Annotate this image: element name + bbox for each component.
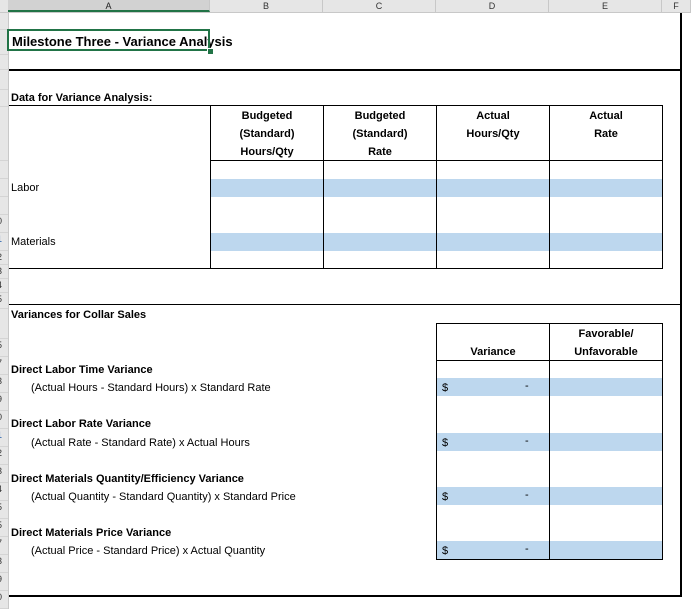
header-line: Hours/Qty (466, 128, 520, 140)
column-header-favorable: Favorable/ Unfavorable (550, 325, 662, 361)
variance-name: Direct Materials Quantity/Efficiency Var… (11, 473, 244, 485)
row-header[interactable]: 0 (0, 411, 8, 429)
header-line: Hours/Qty (240, 146, 294, 158)
section-divider-top (9, 69, 682, 71)
row-header[interactable]: 7 (0, 537, 8, 555)
row-header[interactable]: 1 (0, 233, 8, 251)
row-header[interactable]: 7 (0, 357, 8, 375)
row-header[interactable]: 9 (0, 573, 8, 591)
favorable-cell[interactable] (550, 487, 662, 505)
row-header[interactable]: 1 (0, 429, 8, 447)
header-line: Budgeted (354, 110, 406, 122)
variance-formula: (Actual Rate - Standard Rate) x Actual H… (31, 437, 250, 449)
sheet-right-border (680, 13, 682, 597)
currency-symbol: $ (442, 545, 449, 557)
row-header[interactable]: 5 (0, 293, 8, 309)
row-header[interactable]: 5 (0, 519, 8, 537)
variance-name: Direct Labor Rate Variance (11, 418, 152, 430)
header-line: Unfavorable (574, 346, 638, 358)
variance-name: Direct Labor Time Variance (11, 364, 153, 376)
header-line: (Standard) (239, 128, 295, 140)
column-header-b[interactable]: B (210, 0, 323, 12)
row-header-bar: 0 1 2 3 4 5 5 7 3 9 0 1 2 3 4 5 5 7 3 9 … (0, 13, 9, 609)
currency-symbol: $ (442, 491, 449, 503)
materials-actual-qty-cell[interactable] (437, 233, 549, 251)
column-header-bar: A B C D E F (0, 0, 691, 13)
data-section-heading: Data for Variance Analysis: (11, 92, 153, 104)
column-header-a[interactable]: A (8, 0, 210, 12)
favorable-cell[interactable] (550, 433, 662, 451)
fill-handle[interactable] (207, 48, 214, 55)
row-header[interactable] (0, 197, 8, 215)
row-header[interactable] (0, 309, 8, 339)
column-header-actual-hours: Actual Hours/Qty (437, 107, 549, 143)
labor-budgeted-hours-cell[interactable] (211, 179, 323, 197)
favorable-cell[interactable] (550, 378, 662, 396)
row-header[interactable]: 0 (0, 591, 8, 609)
row-header[interactable]: 5 (0, 501, 8, 519)
materials-budgeted-qty-cell[interactable] (211, 233, 323, 251)
section-divider-bottom (9, 595, 682, 597)
row-header[interactable] (0, 90, 8, 107)
row-label-materials: Materials (11, 236, 56, 248)
row-header[interactable] (0, 107, 8, 161)
active-cell-selection[interactable] (7, 29, 210, 51)
row-header[interactable] (0, 161, 8, 179)
column-header-e[interactable]: E (549, 0, 662, 12)
variance-value[interactable]: - (525, 435, 529, 447)
variance-formula: (Actual Hours - Standard Hours) x Standa… (31, 382, 271, 394)
column-header-budgeted-rate: Budgeted (Standard) Rate (324, 107, 436, 161)
column-header-budgeted-hours: Budgeted (Standard) Hours/Qty (211, 107, 323, 161)
variance-table-line (662, 323, 663, 560)
row-header[interactable] (0, 70, 8, 90)
variance-formula: (Actual Price - Standard Price) x Actual… (31, 545, 266, 557)
row-header[interactable]: 4 (0, 279, 8, 293)
currency-symbol: $ (442, 382, 449, 394)
column-header-variance: Variance (470, 346, 516, 358)
variance-value[interactable]: - (525, 543, 529, 555)
data-table-bottom-border (9, 268, 663, 269)
row-header[interactable]: 3 (0, 265, 8, 279)
row-header[interactable]: 4 (0, 483, 8, 501)
column-header-f[interactable]: F (662, 0, 691, 12)
row-label-labor: Labor (11, 182, 40, 194)
row-header[interactable] (0, 13, 8, 30)
data-table-top-border (9, 105, 663, 106)
row-header[interactable]: 5 (0, 339, 8, 357)
variance-value[interactable]: - (525, 489, 529, 501)
variance-formula: (Actual Quantity - Standard Quantity) x … (31, 491, 296, 503)
header-line: Actual (476, 110, 510, 122)
variance-section-heading: Variances for Collar Sales (11, 309, 147, 321)
column-header-actual-rate: Actual Rate (550, 107, 662, 143)
section-divider-middle (9, 304, 682, 305)
column-header-d[interactable]: D (436, 0, 549, 12)
variance-name: Direct Materials Price Variance (11, 527, 172, 539)
row-header[interactable]: 3 (0, 375, 8, 393)
header-line: Favorable/ (578, 328, 634, 340)
row-header[interactable]: 2 (0, 251, 8, 265)
materials-actual-rate-cell[interactable] (550, 233, 662, 251)
header-line: Actual (589, 110, 623, 122)
currency-symbol: $ (442, 437, 449, 449)
header-line: Rate (594, 128, 618, 140)
labor-actual-rate-cell[interactable] (550, 179, 662, 197)
header-line: Rate (368, 146, 392, 158)
header-line: (Standard) (352, 128, 408, 140)
row-header[interactable]: 2 (0, 447, 8, 465)
row-header[interactable]: 9 (0, 393, 8, 411)
variance-value[interactable]: - (525, 380, 529, 392)
materials-budgeted-rate-cell[interactable] (324, 233, 436, 251)
row-header[interactable]: 3 (0, 555, 8, 573)
row-header[interactable]: 3 (0, 465, 8, 483)
row-header[interactable] (0, 55, 8, 70)
row-header[interactable]: 0 (0, 215, 8, 233)
row-header[interactable] (0, 179, 8, 197)
favorable-cell[interactable] (550, 541, 662, 559)
header-line: Budgeted (241, 110, 293, 122)
column-header-c[interactable]: C (323, 0, 436, 12)
labor-actual-hours-cell[interactable] (437, 179, 549, 197)
data-table-line (662, 105, 663, 269)
labor-budgeted-rate-cell[interactable] (324, 179, 436, 197)
